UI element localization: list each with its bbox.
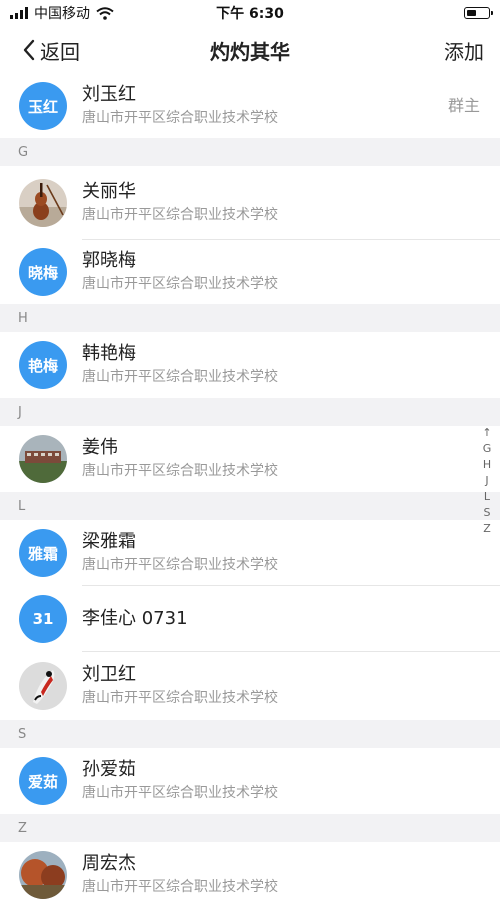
- member-name: 韩艳梅: [82, 343, 136, 364]
- back-button[interactable]: 返回: [22, 36, 80, 65]
- member-info: 郭晓梅 唐山市开平区综合职业技术学校: [82, 240, 500, 304]
- avatar: [19, 851, 67, 899]
- member-name: 周宏杰: [82, 853, 136, 874]
- building-photo-icon: [19, 435, 67, 483]
- member-school: 唐山市开平区综合职业技术学校: [82, 110, 278, 126]
- member-name: 郭晓梅: [82, 250, 136, 271]
- section-header-g: G: [0, 138, 500, 166]
- avatar: 雅霜: [19, 529, 67, 577]
- index-letter-g[interactable]: G: [483, 441, 492, 457]
- avatar: [19, 662, 67, 710]
- owner-badge: 群主: [447, 96, 480, 115]
- member-school: 唐山市开平区综合职业技术学校: [82, 690, 278, 706]
- avatar: 玉红: [19, 82, 67, 130]
- member-info: 周宏杰 唐山市开平区综合职业技术学校: [82, 842, 500, 908]
- add-button[interactable]: 添加: [444, 36, 484, 65]
- member-info: 孙爱茹 唐山市开平区综合职业技术学校: [82, 748, 500, 814]
- avatar: 爱茹: [19, 757, 67, 805]
- index-letter-l[interactable]: L: [484, 489, 490, 505]
- member-info: 韩艳梅 唐山市开平区综合职业技术学校: [82, 332, 500, 398]
- section-header-z: Z: [0, 814, 500, 842]
- carrier-label: 中国移动: [34, 6, 90, 22]
- member-name: 梁雅霜: [82, 530, 136, 552]
- avatar: 31: [19, 595, 67, 643]
- avatar: 艳梅: [19, 341, 67, 389]
- member-school: 唐山市开平区综合职业技术学校: [82, 206, 278, 223]
- section-header-h: H: [0, 304, 500, 332]
- avatar: 晓梅: [19, 248, 67, 296]
- list-item[interactable]: 雅霜 梁雅霜 唐山市开平区综合职业技术学校: [0, 520, 500, 586]
- member-info: 梁雅霜 唐山市开平区综合职业技术学校: [82, 520, 500, 586]
- list-item[interactable]: 31 李佳心 0731: [0, 586, 500, 652]
- list-item[interactable]: 周宏杰 唐山市开平区综合职业技术学校: [0, 842, 500, 908]
- member-info: 李佳心 0731: [82, 586, 500, 652]
- violin-photo-icon: [19, 179, 67, 227]
- battery-icon: [464, 7, 493, 19]
- list-item[interactable]: 爱茹 孙爱茹 唐山市开平区综合职业技术学校: [0, 748, 500, 814]
- member-list: 玉红 刘玉红 唐山市开平区综合职业技术学校 群主 G 关丽华 唐山市开平区综合职…: [0, 74, 500, 908]
- status-left: 中国移动: [10, 3, 114, 23]
- member-school: 唐山市开平区综合职业技术学校: [82, 276, 278, 292]
- section-header-j: J: [0, 398, 500, 426]
- index-letter-h[interactable]: H: [483, 457, 491, 473]
- nav-bar: 返回 灼灼其华 添加: [0, 26, 500, 74]
- avatar: [19, 179, 67, 227]
- index-letter-s[interactable]: S: [484, 505, 491, 521]
- member-school: 唐山市开平区综合职业技术学校: [82, 785, 278, 801]
- member-info: 刘卫红 唐山市开平区综合职业技术学校: [82, 652, 500, 720]
- alphabet-index-bar[interactable]: ↑ G H J L S Z: [480, 425, 494, 537]
- member-school: 唐山市开平区综合职业技术学校: [82, 556, 278, 573]
- index-letter-z[interactable]: Z: [483, 521, 491, 537]
- autumn-tree-photo-icon: [19, 851, 67, 899]
- chevron-left-icon: [23, 39, 35, 61]
- index-letter-j[interactable]: J: [485, 473, 488, 489]
- member-info: 姜伟 唐山市开平区综合职业技术学校: [82, 426, 500, 492]
- member-school: 唐山市开平区综合职业技术学校: [82, 879, 278, 895]
- section-header-s: S: [0, 720, 500, 748]
- list-item[interactable]: 关丽华 唐山市开平区综合职业技术学校: [0, 166, 500, 240]
- back-label: 返回: [40, 39, 80, 64]
- member-name: 李佳心 0731: [82, 607, 188, 629]
- list-item[interactable]: 艳梅 韩艳梅 唐山市开平区综合职业技术学校: [0, 332, 500, 398]
- index-top-arrow[interactable]: ↑: [482, 425, 491, 441]
- status-bar: 中国移动 下午 6:30: [0, 0, 500, 26]
- battery-level: [467, 10, 476, 16]
- list-item[interactable]: 刘卫红 唐山市开平区综合职业技术学校: [0, 652, 500, 720]
- member-school: 唐山市开平区综合职业技术学校: [82, 463, 278, 479]
- member-name: 姜伟: [82, 437, 118, 458]
- member-name: 刘玉红: [82, 84, 136, 105]
- avatar: [19, 435, 67, 483]
- member-school: 唐山市开平区综合职业技术学校: [82, 369, 278, 385]
- member-info: 关丽华 唐山市开平区综合职业技术学校: [82, 166, 500, 240]
- wifi-icon: [96, 6, 114, 20]
- member-info: 刘玉红 唐山市开平区综合职业技术学校: [82, 74, 500, 138]
- list-item[interactable]: 晓梅 郭晓梅 唐山市开平区综合职业技术学校: [0, 240, 500, 304]
- list-item[interactable]: 姜伟 唐山市开平区综合职业技术学校: [0, 426, 500, 492]
- member-name: 刘卫红: [82, 664, 136, 685]
- member-name: 孙爱茹: [82, 759, 136, 780]
- member-name: 关丽华: [82, 180, 136, 202]
- koi-photo-icon: [19, 662, 67, 710]
- signal-icon: [10, 7, 28, 19]
- list-item[interactable]: 玉红 刘玉红 唐山市开平区综合职业技术学校 群主: [0, 74, 500, 138]
- section-header-l: L: [0, 492, 500, 520]
